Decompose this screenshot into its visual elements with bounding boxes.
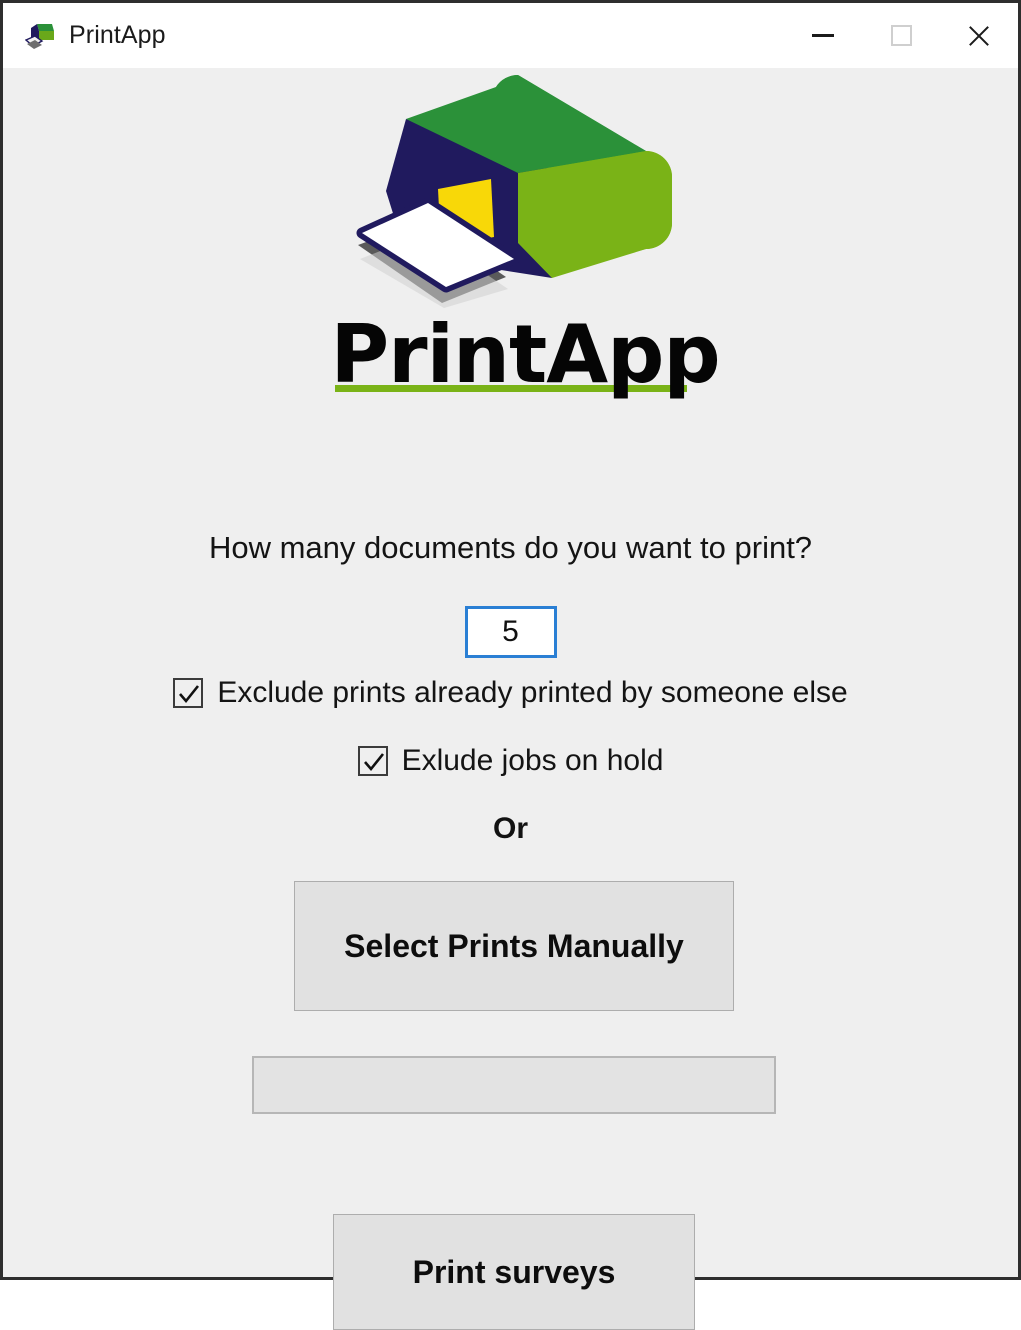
window-controls xyxy=(784,3,1018,68)
checkbox-label-exclude-printed: Exclude prints already printed by someon… xyxy=(217,676,848,709)
maximize-icon xyxy=(890,25,912,46)
count-row xyxy=(3,606,1018,658)
close-button[interactable] xyxy=(940,3,1018,68)
logo-block: PrintApp xyxy=(3,73,1018,410)
separator-label: Or xyxy=(492,812,528,845)
checkbox-row-exclude-printed[interactable]: Exclude prints already printed by someon… xyxy=(3,676,1018,710)
maximize-button[interactable] xyxy=(862,3,940,68)
logo-wordmark: PrintApp xyxy=(330,308,721,410)
select-prints-manually-button[interactable]: Select Prints Manually xyxy=(294,881,734,1011)
minimize-button[interactable] xyxy=(784,3,862,68)
printer-logo xyxy=(346,73,676,308)
checkbox-label-exclude-hold: Exlude jobs on hold xyxy=(401,744,664,777)
status-field[interactable] xyxy=(252,1056,776,1114)
checkbox-exclude-hold[interactable] xyxy=(357,746,388,776)
window-title: PrintApp xyxy=(69,21,166,49)
checkbox-exclude-printed[interactable] xyxy=(173,678,204,708)
close-icon xyxy=(966,23,992,49)
wordmark-text: PrintApp xyxy=(330,308,721,401)
document-count-input[interactable] xyxy=(464,606,557,658)
print-surveys-button[interactable]: Print surveys xyxy=(333,1214,695,1330)
printer-app-icon xyxy=(24,23,55,49)
minimize-icon xyxy=(812,34,834,37)
checkbox-row-exclude-hold[interactable]: Exlude jobs on hold xyxy=(3,744,1018,778)
app-window: PrintApp PrintApp How many documents do … xyxy=(0,0,1021,1330)
title-bar: PrintApp xyxy=(3,3,1018,68)
main-content: PrintApp How many documents do you want … xyxy=(3,68,1018,1330)
prompt-label: How many documents do you want to print? xyxy=(208,530,813,565)
title-bar-left: PrintApp xyxy=(3,21,166,50)
